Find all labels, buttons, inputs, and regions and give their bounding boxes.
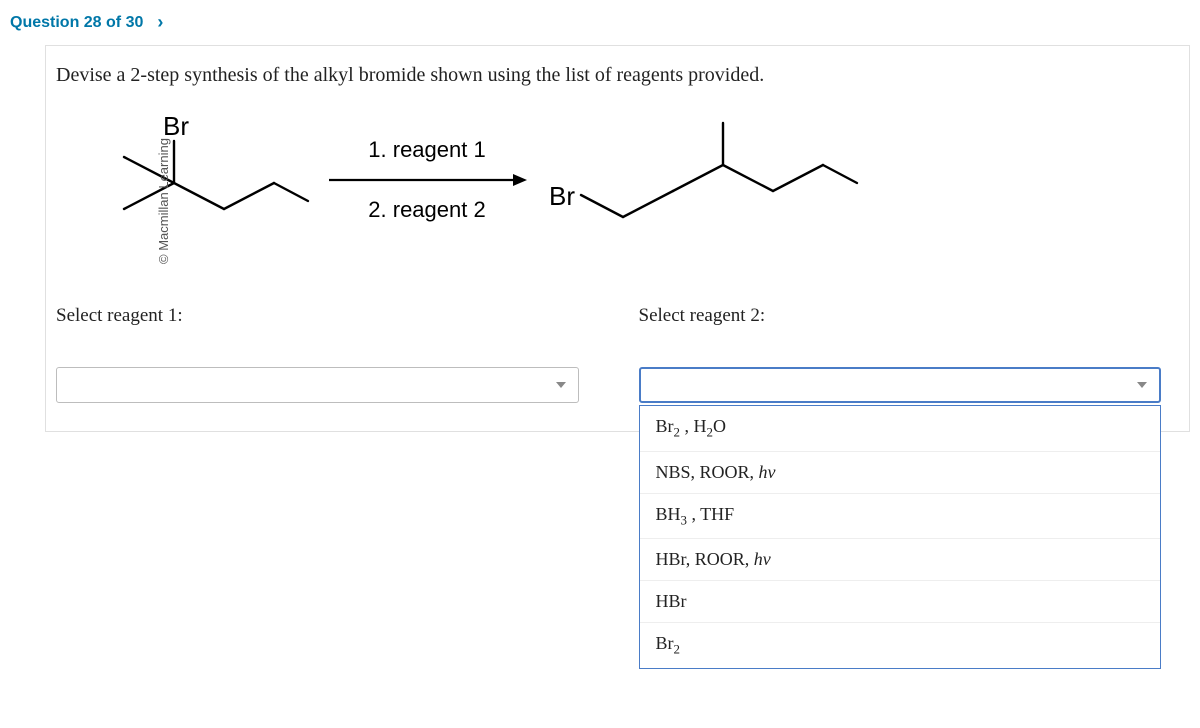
question-prompt: Devise a 2-step synthesis of the alkyl b…: [56, 64, 1161, 87]
reagent-option[interactable]: HBr: [640, 581, 1161, 623]
reagent1-select-label: Select reagent 1:: [56, 305, 579, 327]
reagent1-column: Select reagent 1:: [56, 305, 579, 403]
next-question-chevron-icon[interactable]: ›: [157, 12, 163, 33]
reagent-option[interactable]: Br2: [640, 623, 1161, 668]
copyright-label: © Macmillan Learning: [156, 126, 171, 276]
reagent2-column: Select reagent 2: Br2 , H2ONBS, ROOR, hv…: [639, 305, 1162, 403]
br-atom-label-product: Br: [549, 181, 575, 211]
reaction-arrow-block: 1. reagent 1 2. reagent 2: [327, 137, 527, 223]
caret-down-icon: [556, 382, 566, 388]
reagent-option[interactable]: NBS, ROOR, hv: [640, 452, 1161, 494]
reagent-selectors-row: Select reagent 1: Select reagent 2: Br2 …: [56, 305, 1161, 403]
question-number-label: Question 28 of 30: [10, 14, 143, 32]
reagent1-text: 1. reagent 1: [368, 137, 485, 163]
reagent-option[interactable]: BH3 , THF: [640, 494, 1161, 540]
product-structure: Br: [543, 105, 863, 255]
reagent1-dropdown-button[interactable]: [56, 367, 579, 403]
question-content: © Macmillan Learning Devise a 2-step syn…: [45, 45, 1190, 432]
reagent2-dropdown-button[interactable]: [639, 367, 1162, 403]
reagent2-select-label: Select reagent 2:: [639, 305, 1162, 327]
caret-down-icon: [1137, 382, 1147, 388]
reagent-option[interactable]: Br2 , H2O: [640, 406, 1161, 452]
reaction-diagram: Br 1. reagent 1 2. reagent 2: [56, 105, 1161, 255]
reagent1-dropdown[interactable]: [56, 367, 579, 403]
reagent2-text: 2. reagent 2: [368, 197, 485, 223]
question-header: Question 28 of 30 ›: [0, 0, 1200, 45]
starting-material-structure: Br: [56, 105, 311, 255]
reagent2-dropdown[interactable]: Br2 , H2ONBS, ROOR, hvBH3 , THFHBr, ROOR…: [639, 367, 1162, 403]
reagent-option[interactable]: HBr, ROOR, hv: [640, 539, 1161, 581]
reaction-arrow-icon: [327, 171, 527, 189]
reagent2-dropdown-menu: Br2 , H2ONBS, ROOR, hvBH3 , THFHBr, ROOR…: [639, 405, 1162, 669]
